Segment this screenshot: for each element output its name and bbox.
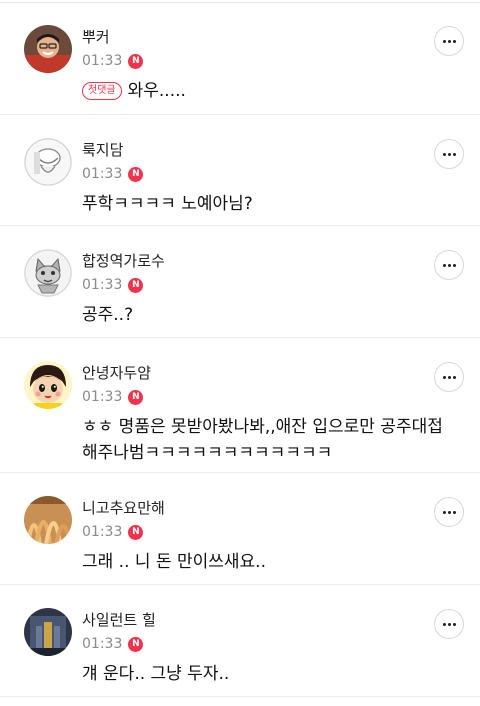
avatar-cartoon-cat-icon[interactable] xyxy=(24,249,72,297)
comment-author[interactable]: 룩지담 xyxy=(82,141,123,159)
new-badge: N xyxy=(128,389,144,405)
comment-text: 공주..? xyxy=(82,305,134,325)
comment-text: 그래 .. 니 돈 만이쓰새요.. xyxy=(82,552,266,572)
avatar-photo-man-icon[interactable] xyxy=(24,25,72,73)
more-options-button[interactable] xyxy=(434,609,464,639)
comment-item: 합정역가로수 01:33 N 공주..? xyxy=(0,226,480,338)
comment-time: 01:33 xyxy=(82,524,123,540)
avatar-photo-dark-icon[interactable] xyxy=(24,608,72,656)
comment-time: 01:33 xyxy=(82,277,123,293)
comment-text: 와우..... xyxy=(127,81,186,101)
more-options-button[interactable] xyxy=(434,250,464,280)
comment-meta: 01:33 N xyxy=(82,165,144,183)
more-dots-icon xyxy=(442,622,456,626)
new-badge: N xyxy=(128,524,144,540)
more-dots-icon xyxy=(442,152,456,156)
comment-author[interactable]: 니고추요만해 xyxy=(82,499,165,517)
comment-author[interactable]: 사일런트 힐 xyxy=(82,611,156,629)
more-dots-icon xyxy=(442,375,456,379)
comment-list: 뿌커 01:33 N 첫댓글 와우..... 룩지담 01:33 N 푸학ㅋㅋㅋ… xyxy=(0,0,480,706)
more-options-button[interactable] xyxy=(434,497,464,527)
comment-author[interactable]: 뿌커 xyxy=(82,28,110,46)
comment-text: 푸학ㅋㅋㅋㅋ 노예아님? xyxy=(82,194,253,214)
comment-meta: 01:33 N xyxy=(82,388,144,406)
avatar-cartoon-girl-icon[interactable] xyxy=(24,361,72,409)
comment-meta: 01:33 N xyxy=(82,276,144,294)
comment-item: 룩지담 01:33 N 푸학ㅋㅋㅋㅋ 노예아님? xyxy=(0,115,480,226)
avatar-sketch-face-icon[interactable] xyxy=(24,138,72,186)
more-options-button[interactable] xyxy=(434,362,464,392)
new-badge: N xyxy=(128,166,144,182)
comment-text-wrapper: 첫댓글 와우..... xyxy=(82,78,456,104)
comment-text: ㅎㅎ 명품은 못받아봤나봐,,애잔 입으로만 공주대접 해주나범ㅋㅋㅋㅋㅋㅋㅋㅋ… xyxy=(82,417,443,463)
comment-author[interactable]: 합정역가로수 xyxy=(82,252,165,270)
more-dots-icon xyxy=(442,263,456,267)
comment-item: 뿌커 01:33 N 첫댓글 와우..... xyxy=(0,2,480,115)
more-options-button[interactable] xyxy=(434,26,464,56)
first-comment-badge: 첫댓글 xyxy=(82,82,122,100)
comment-text: 걔 운다.. 그냥 두자.. xyxy=(82,664,230,684)
more-options-button[interactable] xyxy=(434,139,464,169)
comment-meta: 01:33 N xyxy=(82,523,144,541)
comment-meta: 01:33 N xyxy=(82,52,144,70)
comment-time: 01:33 xyxy=(82,53,123,69)
comment-time: 01:33 xyxy=(82,389,123,405)
comment-item: 사일런트 힐 01:33 N 걔 운다.. 그냥 두자.. xyxy=(0,585,480,697)
new-badge: N xyxy=(128,636,144,652)
comment-item: 니고추요만해 01:33 N 그래 .. 니 돈 만이쓰새요.. xyxy=(0,473,480,585)
comment-author[interactable]: 안녕자두얌 xyxy=(82,364,151,382)
comment-item: 안녕자두얌 01:33 N ㅎㅎ 명품은 못받아봤나봐,,애잔 입으로만 공주대… xyxy=(0,338,480,473)
comment-time: 01:33 xyxy=(82,166,123,182)
more-dots-icon xyxy=(442,39,456,43)
comment-meta: 01:33 N xyxy=(82,635,144,653)
comment-time: 01:33 xyxy=(82,636,123,652)
avatar-photo-noodles-icon[interactable] xyxy=(24,496,72,544)
more-dots-icon xyxy=(442,510,456,514)
new-badge: N xyxy=(128,53,144,69)
new-badge: N xyxy=(128,277,144,293)
